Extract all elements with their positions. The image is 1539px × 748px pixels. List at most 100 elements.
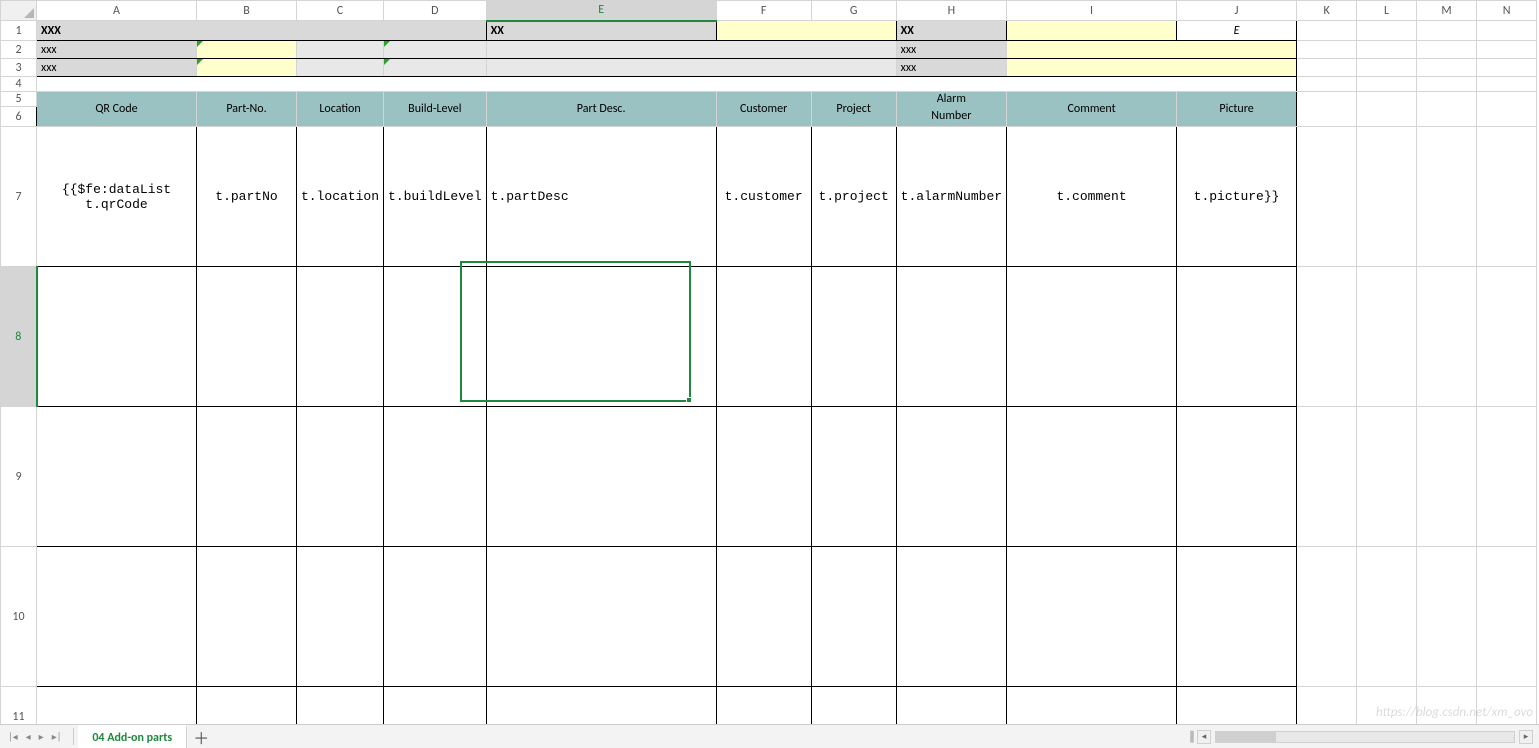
row-header-3[interactable]: 3 — [1, 59, 37, 77]
col-header-E[interactable]: E — [486, 1, 716, 21]
cell-D10[interactable] — [384, 547, 487, 687]
cell-G11[interactable] — [811, 687, 896, 725]
cell-L5[interactable] — [1357, 92, 1417, 127]
cell-I3[interactable] — [1007, 59, 1297, 77]
row-header-6[interactable]: 6 — [1, 107, 37, 127]
cell-K1[interactable] — [1297, 21, 1357, 41]
cell-J1[interactable]: E — [1177, 21, 1297, 41]
hscroll-thumb[interactable] — [1216, 732, 1276, 742]
col-header-F[interactable]: F — [716, 1, 811, 21]
cell-E11[interactable] — [486, 687, 716, 725]
cell-A11[interactable] — [37, 687, 197, 725]
cell-G8[interactable] — [811, 267, 896, 407]
col-header-B[interactable]: B — [197, 1, 297, 21]
header-F[interactable]: Customer — [716, 92, 811, 127]
header-H-top[interactable]: Alarm — [896, 92, 1006, 107]
cell-C8[interactable] — [297, 267, 384, 407]
cell-I1[interactable] — [1007, 21, 1177, 41]
cell-F8[interactable] — [716, 267, 811, 407]
cell-M2[interactable] — [1417, 41, 1477, 59]
cell-B3[interactable] — [197, 59, 297, 77]
cell-N1[interactable] — [1477, 21, 1537, 41]
cell-B10[interactable] — [197, 547, 297, 687]
row-header-9[interactable]: 9 — [1, 407, 37, 547]
select-all-corner[interactable] — [1, 1, 37, 21]
cell-E8[interactable] — [486, 267, 716, 407]
cell-F9[interactable] — [716, 407, 811, 547]
cell-J7[interactable]: t.picture}} — [1177, 127, 1297, 267]
cell-L1[interactable] — [1357, 21, 1417, 41]
cell-K8[interactable] — [1297, 267, 1357, 407]
cell-M11[interactable] — [1417, 687, 1477, 725]
cell-A10[interactable] — [37, 547, 197, 687]
cell-N9[interactable] — [1477, 407, 1537, 547]
cell-K11[interactable] — [1297, 687, 1357, 725]
cell-C3[interactable] — [297, 59, 384, 77]
header-H-bot[interactable]: Number — [896, 107, 1006, 127]
cell-D7[interactable]: t.buildLevel — [384, 127, 487, 267]
cell-M9[interactable] — [1417, 407, 1477, 547]
cell-B2[interactable] — [197, 41, 297, 59]
cell-J9[interactable] — [1177, 407, 1297, 547]
cell-J8[interactable] — [1177, 267, 1297, 407]
cell-C9[interactable] — [297, 407, 384, 547]
cell-H10[interactable] — [896, 547, 1006, 687]
header-A[interactable]: QR Code — [37, 92, 197, 127]
cell-D9[interactable] — [384, 407, 487, 547]
cell-A9[interactable] — [37, 407, 197, 547]
cell-C7[interactable]: t.location — [297, 127, 384, 267]
cell-E1[interactable]: XX — [486, 21, 716, 41]
tab-next-icon[interactable]: ▸ — [37, 730, 46, 743]
cell-E9[interactable] — [486, 407, 716, 547]
cell-C2[interactable] — [297, 41, 384, 59]
hscroll-right-button[interactable]: ▸ — [1519, 730, 1533, 744]
cell-G9[interactable] — [811, 407, 896, 547]
cell-N8[interactable] — [1477, 267, 1537, 407]
row-header-7[interactable]: 7 — [1, 127, 37, 267]
cell-B9[interactable] — [197, 407, 297, 547]
col-header-L[interactable]: L — [1357, 1, 1417, 21]
cell-N7[interactable] — [1477, 127, 1537, 267]
cell-I8[interactable] — [1007, 267, 1177, 407]
tab-prev-icon[interactable]: ◂ — [24, 730, 33, 743]
cell-F1[interactable] — [716, 21, 896, 41]
cell-C11[interactable] — [297, 687, 384, 725]
hscroll-track[interactable] — [1215, 731, 1515, 743]
cell-I10[interactable] — [1007, 547, 1177, 687]
cell-M8[interactable] — [1417, 267, 1477, 407]
sheet-tab-active[interactable]: 04 Add-on parts — [78, 725, 187, 748]
header-J[interactable]: Picture — [1177, 92, 1297, 127]
cell-L9[interactable] — [1357, 407, 1417, 547]
cell-N2[interactable] — [1477, 41, 1537, 59]
row-header-10[interactable]: 10 — [1, 547, 37, 687]
grid-scroll-area[interactable]: ABCDEFGHIJKLMN1XXXXXXXE2xxxxxx3xxxxxx45Q… — [0, 0, 1539, 724]
cell-L10[interactable] — [1357, 547, 1417, 687]
cell-D8[interactable] — [384, 267, 487, 407]
add-sheet-button[interactable]: ＋ — [187, 725, 215, 748]
cell-M10[interactable] — [1417, 547, 1477, 687]
cell-E7[interactable]: t.partDesc — [486, 127, 716, 267]
cell-K7[interactable] — [1297, 127, 1357, 267]
cell-H1[interactable]: XX — [896, 21, 1006, 41]
tab-first-icon[interactable]: |◂ — [6, 730, 20, 743]
cell-J10[interactable] — [1177, 547, 1297, 687]
cell-B8[interactable] — [197, 267, 297, 407]
cell-I11[interactable] — [1007, 687, 1177, 725]
cell-I2[interactable] — [1007, 41, 1297, 59]
header-D[interactable]: Build-Level — [384, 92, 487, 127]
cell-K10[interactable] — [1297, 547, 1357, 687]
cell-A3[interactable]: xxx — [37, 59, 197, 77]
cell-M4[interactable] — [1417, 77, 1477, 92]
col-header-D[interactable]: D — [384, 1, 487, 21]
cell-J11[interactable] — [1177, 687, 1297, 725]
cell-D11[interactable] — [384, 687, 487, 725]
split-handle-icon[interactable]: ∥ — [1189, 729, 1193, 744]
row-header-1[interactable]: 1 — [1, 21, 37, 41]
cell-M1[interactable] — [1417, 21, 1477, 41]
cell-H2[interactable]: xxx — [896, 41, 1006, 59]
cell-H9[interactable] — [896, 407, 1006, 547]
col-header-M[interactable]: M — [1417, 1, 1477, 21]
col-header-I[interactable]: I — [1007, 1, 1177, 21]
cell-N11[interactable] — [1477, 687, 1537, 725]
cell-K5[interactable] — [1297, 92, 1357, 127]
